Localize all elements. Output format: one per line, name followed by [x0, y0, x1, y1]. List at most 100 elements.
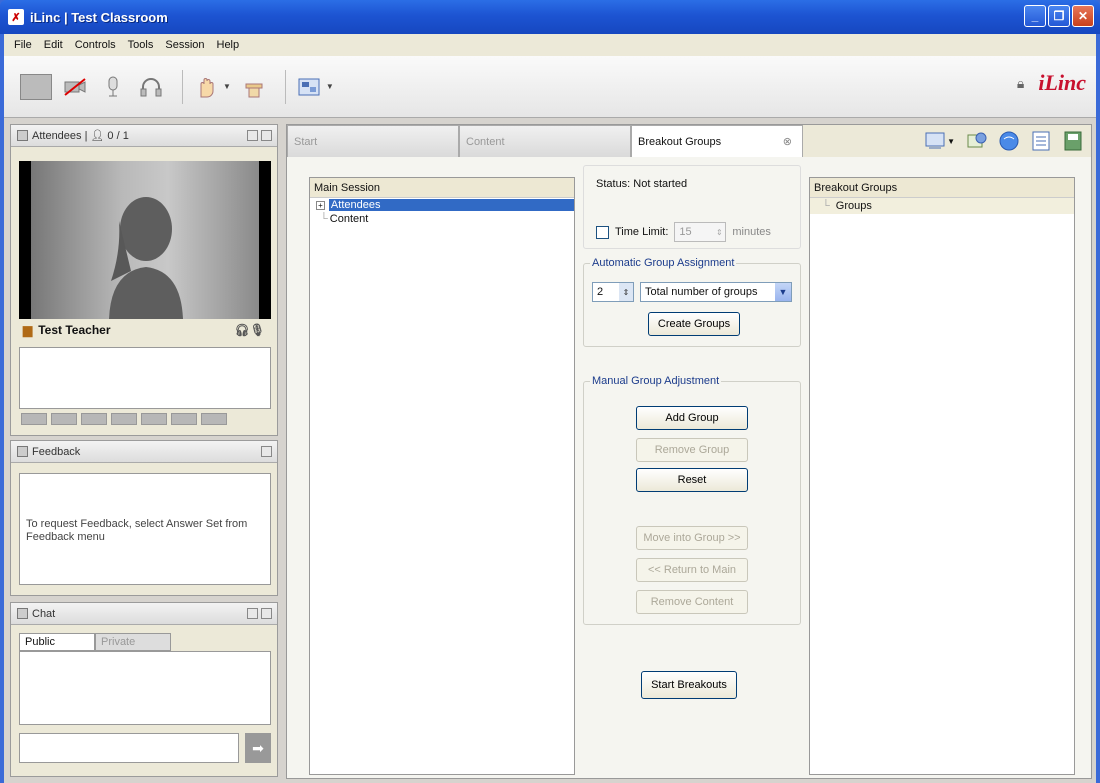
- feedback-message: To request Feedback, select Answer Set f…: [26, 518, 248, 543]
- video-icon[interactable]: [20, 73, 52, 100]
- chevron-down-icon[interactable]: ▼: [223, 82, 231, 91]
- reset-button[interactable]: Reset: [636, 468, 748, 492]
- create-groups-button[interactable]: Create Groups: [648, 312, 740, 336]
- raise-hand-icon[interactable]: [191, 72, 221, 102]
- chevron-down-icon[interactable]: ▼: [947, 137, 955, 146]
- layout-icon[interactable]: [294, 72, 324, 102]
- status-section: Status: Not started Time Limit: 15 ⇕ min…: [583, 165, 801, 249]
- restore-icon[interactable]: [247, 608, 258, 619]
- attendee-tool-icon[interactable]: [81, 413, 107, 425]
- menu-controls[interactable]: Controls: [69, 39, 122, 51]
- send-arrow-icon[interactable]: ➡: [245, 733, 271, 763]
- manual-adjust-legend: Manual Group Adjustment: [590, 375, 722, 387]
- minimize-icon[interactable]: [261, 130, 272, 141]
- panel-icon: [17, 446, 28, 457]
- attendees-list[interactable]: [19, 347, 271, 409]
- time-limit-checkbox[interactable]: [596, 225, 609, 239]
- time-limit-label: Time Limit:: [615, 226, 669, 238]
- camera-off-icon[interactable]: [60, 72, 90, 102]
- feedback-title: Feedback: [32, 445, 81, 458]
- poll-icon[interactable]: [1031, 131, 1051, 151]
- menu-file[interactable]: File: [8, 39, 38, 51]
- chevron-down-icon[interactable]: ▼: [326, 82, 334, 91]
- expand-icon[interactable]: +: [316, 200, 325, 210]
- chevron-down-icon[interactable]: ▼: [775, 283, 791, 301]
- microphone-icon[interactable]: [98, 72, 128, 102]
- menu-help[interactable]: Help: [211, 39, 246, 51]
- tree-connector: └: [320, 213, 328, 225]
- auto-assign-legend: Automatic Group Assignment: [590, 257, 737, 269]
- remove-content-button[interactable]: Remove Content: [636, 590, 748, 614]
- minimize-icon[interactable]: [261, 608, 272, 619]
- podium-icon[interactable]: [239, 72, 269, 102]
- title-bar: ✗ iLinc | Test Classroom _ ❐ ✕: [0, 0, 1100, 34]
- breakout-groups-pane: Breakout Groups └ Groups: [809, 177, 1075, 775]
- main-content-panel: Start Content Breakout Groups ⊗ ▼ Main S…: [286, 124, 1092, 779]
- window-title: iLinc | Test Classroom: [30, 9, 168, 25]
- return-to-main-button[interactable]: << Return to Main: [636, 558, 748, 582]
- maximize-button[interactable]: ❐: [1048, 5, 1070, 27]
- time-limit-stepper[interactable]: 15 ⇕: [674, 222, 727, 242]
- group-mode-select[interactable]: Total number of groups ▼: [640, 282, 792, 302]
- whiteboard-icon[interactable]: [925, 131, 945, 151]
- breakout-groups-body: Main Session + Attendees └ Content Statu…: [287, 157, 1091, 778]
- ilinc-app-icon: ✗: [8, 9, 24, 25]
- tab-start[interactable]: Start: [287, 125, 459, 157]
- save-icon[interactable]: [1063, 131, 1083, 151]
- tree-item-attendees[interactable]: + Attendees: [310, 198, 574, 212]
- audio-status-icons: 🎧︎🎙︎: [234, 323, 265, 337]
- tab-breakout-groups[interactable]: Breakout Groups ⊗: [631, 125, 803, 158]
- chat-panel: Chat Public Private ➡: [10, 602, 278, 777]
- headphones-icon[interactable]: [136, 72, 166, 102]
- attendee-tool-icon[interactable]: [51, 413, 77, 425]
- add-group-button[interactable]: Add Group: [636, 406, 748, 430]
- main-session-pane: Main Session + Attendees └ Content: [309, 177, 575, 775]
- tab-private[interactable]: Private: [95, 633, 171, 651]
- time-limit-value: 15: [679, 226, 692, 238]
- attendee-tool-icon[interactable]: [21, 413, 47, 425]
- minutes-label: minutes: [732, 226, 771, 238]
- attendee-tool-icon[interactable]: [201, 413, 227, 425]
- chat-messages: [19, 651, 271, 725]
- start-breakouts-button[interactable]: Start Breakouts: [641, 671, 737, 699]
- web-browser-icon[interactable]: [999, 131, 1019, 151]
- attendee-tool-icon[interactable]: [141, 413, 167, 425]
- menu-session[interactable]: Session: [159, 39, 210, 51]
- chat-input[interactable]: [19, 733, 239, 763]
- restore-icon[interactable]: [247, 130, 258, 141]
- toolbar-separator: [182, 69, 183, 104]
- stepper-arrows-icon[interactable]: ⇕: [713, 228, 725, 237]
- menu-edit[interactable]: Edit: [38, 39, 69, 51]
- toolbar-separator: [284, 69, 286, 104]
- tab-public[interactable]: Public: [19, 633, 95, 651]
- tree-item-groups[interactable]: └ Groups: [810, 198, 1074, 214]
- close-button[interactable]: ✕: [1072, 5, 1094, 27]
- automatic-group-assignment: Automatic Group Assignment 2 ⇕ Total num…: [583, 257, 801, 347]
- share-content-icon[interactable]: [967, 131, 987, 151]
- tree-item-groups-label: Groups: [835, 200, 872, 212]
- teacher-name: Test Teacher: [38, 323, 111, 337]
- video-background: [31, 161, 259, 319]
- close-tab-icon[interactable]: ⊗: [783, 135, 792, 148]
- tab-content-label: Content: [466, 135, 505, 148]
- menu-tools[interactable]: Tools: [122, 39, 160, 51]
- work-area: Attendees | 👤︎ 0 / 1 ▆ Test Teacher 🎧︎🎙︎: [4, 118, 1096, 783]
- tree-item-content[interactable]: └ Content: [310, 212, 574, 226]
- stepper-arrows-icon[interactable]: ⇕: [619, 283, 633, 301]
- panel-buttons: [261, 446, 272, 457]
- group-count-stepper[interactable]: 2 ⇕: [592, 282, 634, 302]
- content-toolbar: ▼: [925, 131, 1083, 151]
- minimize-icon[interactable]: [261, 446, 272, 457]
- attendees-count: 0 / 1: [107, 129, 129, 142]
- teacher-bar: ▆ Test Teacher 🎧︎🎙︎: [19, 319, 271, 341]
- video-feed: [19, 161, 271, 319]
- move-into-group-button[interactable]: Move into Group >>: [636, 526, 748, 550]
- tab-content[interactable]: Content: [459, 125, 631, 157]
- minimize-button[interactable]: _: [1024, 5, 1046, 27]
- attendee-tool-icon[interactable]: [171, 413, 197, 425]
- menu-bar: File Edit Controls Tools Session Help: [4, 34, 1096, 56]
- remove-group-button[interactable]: Remove Group: [636, 438, 748, 462]
- main-session-header: Main Session: [310, 178, 574, 198]
- attendee-tool-icon[interactable]: [111, 413, 137, 425]
- panel-buttons: [247, 608, 272, 619]
